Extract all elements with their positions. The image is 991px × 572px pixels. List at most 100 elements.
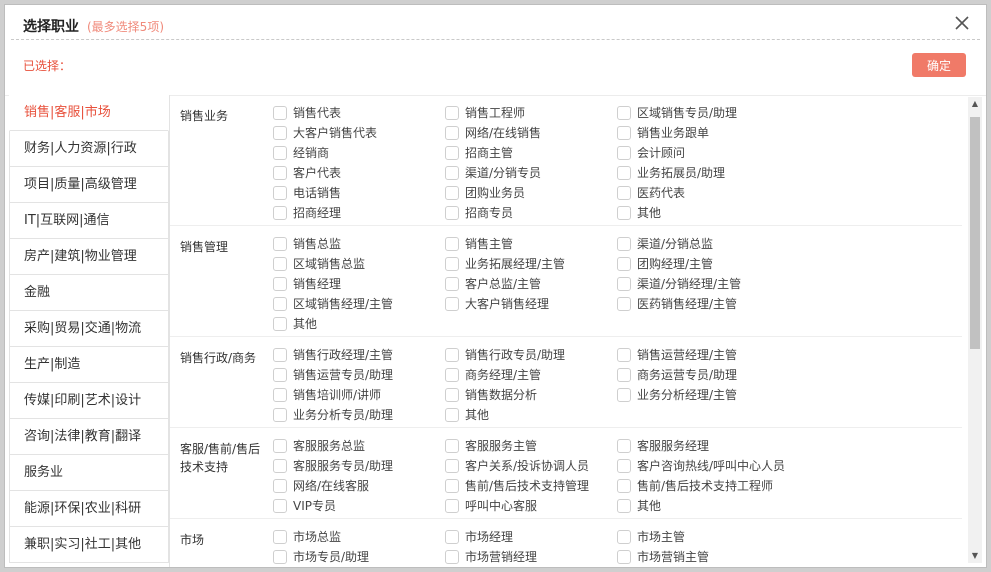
job-option-checkbox[interactable] [445, 166, 459, 180]
job-option-checkbox[interactable] [445, 530, 459, 544]
job-option-checkbox[interactable] [617, 439, 631, 453]
job-option-checkbox[interactable] [445, 237, 459, 251]
job-option[interactable]: 区域销售经理/主管 [273, 294, 445, 314]
job-option[interactable]: 业务分析经理/主管 [617, 385, 787, 405]
sidebar-item[interactable]: 兼职|实习|社工|其他 [9, 527, 169, 563]
job-option[interactable]: 销售业务跟单 [617, 123, 787, 143]
job-option-checkbox[interactable] [445, 439, 459, 453]
job-option-checkbox[interactable] [445, 206, 459, 220]
job-option[interactable]: 呼叫中心客服 [445, 496, 617, 516]
sidebar-item[interactable]: 房产|建筑|物业管理 [9, 239, 169, 275]
job-option-checkbox[interactable] [273, 408, 287, 422]
job-option-checkbox[interactable] [273, 106, 287, 120]
job-option[interactable]: 市场专员/助理 [273, 547, 445, 567]
job-option[interactable]: 销售行政经理/主管 [273, 345, 445, 365]
job-option-checkbox[interactable] [617, 459, 631, 473]
job-option[interactable]: 市场主管 [617, 527, 787, 547]
job-option[interactable]: 市场营销主管 [617, 547, 787, 567]
sidebar-item[interactable]: 财务|人力资源|行政 [9, 131, 169, 167]
job-option-checkbox[interactable] [445, 277, 459, 291]
sidebar-item[interactable]: 服务业 [9, 455, 169, 491]
job-option-checkbox[interactable] [617, 550, 631, 564]
job-option-checkbox[interactable] [273, 317, 287, 331]
job-option-checkbox[interactable] [445, 348, 459, 362]
job-option-checkbox[interactable] [445, 479, 459, 493]
job-option-checkbox[interactable] [273, 499, 287, 513]
sidebar-item[interactable]: IT|互联网|通信 [9, 203, 169, 239]
job-option-checkbox[interactable] [617, 146, 631, 160]
job-option[interactable]: 销售工程师 [445, 103, 617, 123]
job-option[interactable]: 大客户销售经理 [445, 294, 617, 314]
job-option-checkbox[interactable] [617, 388, 631, 402]
sidebar-item[interactable]: 咨询|法律|教育|翻译 [9, 419, 169, 455]
job-option[interactable]: 销售经理 [273, 274, 445, 294]
job-option-checkbox[interactable] [617, 186, 631, 200]
scroll-down-arrow-icon[interactable]: ▼ [968, 549, 982, 563]
job-option-checkbox[interactable] [445, 257, 459, 271]
close-icon[interactable] [954, 15, 970, 31]
job-option[interactable]: 商务运营专员/助理 [617, 365, 787, 385]
job-option[interactable]: 客服服务主管 [445, 436, 617, 456]
sidebar-item[interactable]: 销售|客服|市场 [9, 95, 169, 131]
job-option[interactable]: 客服服务总监 [273, 436, 445, 456]
job-option[interactable]: 其他 [617, 203, 787, 223]
job-option-checkbox[interactable] [617, 166, 631, 180]
job-option[interactable]: 销售代表 [273, 103, 445, 123]
job-option-checkbox[interactable] [273, 348, 287, 362]
job-option[interactable]: 售前/售后技术支持工程师 [617, 476, 787, 496]
job-option[interactable]: 商务经理/主管 [445, 365, 617, 385]
job-option-checkbox[interactable] [273, 368, 287, 382]
job-option-checkbox[interactable] [617, 530, 631, 544]
job-option[interactable]: 客户咨询热线/呼叫中心人员 [617, 456, 787, 476]
job-option[interactable]: 售前/售后技术支持管理 [445, 476, 617, 496]
job-option-checkbox[interactable] [617, 348, 631, 362]
job-option-checkbox[interactable] [617, 479, 631, 493]
job-option[interactable]: 其他 [273, 314, 445, 334]
job-option-checkbox[interactable] [445, 186, 459, 200]
job-option-checkbox[interactable] [445, 297, 459, 311]
job-option[interactable]: 网络/在线客服 [273, 476, 445, 496]
job-option[interactable]: 业务分析专员/助理 [273, 405, 445, 425]
job-option-checkbox[interactable] [273, 206, 287, 220]
sidebar-item[interactable]: 采购|贸易|交通|物流 [9, 311, 169, 347]
job-option[interactable]: 招商经理 [273, 203, 445, 223]
job-option-checkbox[interactable] [617, 257, 631, 271]
job-option[interactable]: 渠道/分销专员 [445, 163, 617, 183]
job-option-checkbox[interactable] [617, 237, 631, 251]
job-option[interactable]: 市场营销经理 [445, 547, 617, 567]
job-option[interactable]: 客服服务经理 [617, 436, 787, 456]
job-option[interactable]: 客户代表 [273, 163, 445, 183]
job-option-checkbox[interactable] [445, 388, 459, 402]
job-option[interactable]: 客服服务专员/助理 [273, 456, 445, 476]
sidebar-item[interactable]: 项目|质量|高级管理 [9, 167, 169, 203]
job-option-checkbox[interactable] [273, 550, 287, 564]
job-option[interactable]: 其他 [445, 405, 617, 425]
job-option[interactable]: 销售运营专员/助理 [273, 365, 445, 385]
job-option-checkbox[interactable] [273, 277, 287, 291]
job-option[interactable]: 渠道/分销经理/主管 [617, 274, 787, 294]
job-option[interactable]: 市场总监 [273, 527, 445, 547]
job-option[interactable]: 会计顾问 [617, 143, 787, 163]
job-option-checkbox[interactable] [273, 257, 287, 271]
job-option[interactable]: 销售运营经理/主管 [617, 345, 787, 365]
job-option-checkbox[interactable] [617, 297, 631, 311]
job-option[interactable]: 招商主管 [445, 143, 617, 163]
job-option-checkbox[interactable] [445, 459, 459, 473]
sidebar-item[interactable]: 生产|制造 [9, 347, 169, 383]
job-option[interactable]: VIP专员 [273, 496, 445, 516]
job-option-checkbox[interactable] [273, 530, 287, 544]
job-option[interactable]: 其他 [617, 496, 787, 516]
job-option[interactable]: 销售培训师/讲师 [273, 385, 445, 405]
job-option-checkbox[interactable] [617, 277, 631, 291]
job-option[interactable]: 医药销售经理/主管 [617, 294, 787, 314]
job-option-checkbox[interactable] [617, 499, 631, 513]
job-option-checkbox[interactable] [445, 408, 459, 422]
job-option-checkbox[interactable] [445, 146, 459, 160]
job-option-checkbox[interactable] [273, 126, 287, 140]
job-option[interactable]: 业务拓展经理/主管 [445, 254, 617, 274]
sidebar-item[interactable]: 传媒|印刷|艺术|设计 [9, 383, 169, 419]
job-option-checkbox[interactable] [617, 126, 631, 140]
scrollbar[interactable]: ▲ ▼ [968, 97, 982, 563]
job-option-checkbox[interactable] [445, 106, 459, 120]
job-option[interactable]: 区域销售专员/助理 [617, 103, 787, 123]
